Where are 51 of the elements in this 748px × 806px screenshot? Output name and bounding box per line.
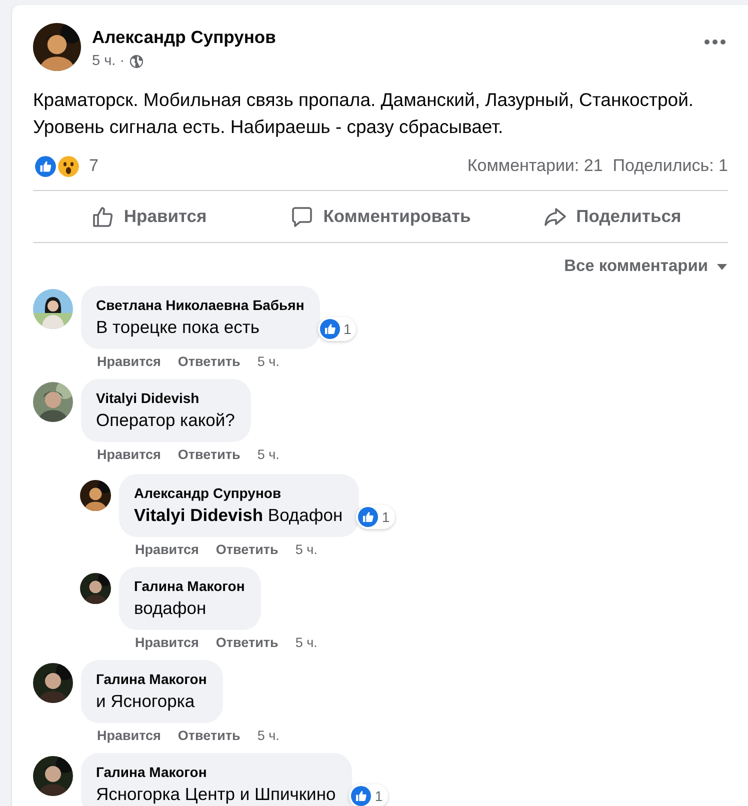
reaction-badge[interactable]: 1 bbox=[318, 317, 356, 341]
reply-link[interactable]: Ответить bbox=[216, 541, 278, 559]
comment-time[interactable]: 5 ч. bbox=[257, 727, 280, 745]
like-link[interactable]: Нравится bbox=[97, 353, 161, 371]
comment-filter[interactable]: Все комментарии bbox=[564, 253, 728, 280]
like-reaction-icon bbox=[320, 319, 340, 339]
commenter-name[interactable]: Светлана Николаевна Бабьян bbox=[96, 295, 304, 315]
commenter-name[interactable]: Галина Макогон bbox=[96, 669, 207, 689]
comment-text: Оператор какой? bbox=[96, 409, 235, 432]
comment-time[interactable]: 5 ч. bbox=[257, 353, 280, 371]
like-reaction-icon bbox=[358, 507, 378, 527]
commenter-name[interactable]: Галина Макогон bbox=[96, 762, 336, 782]
comment-text: Ясногорка Центр и Шпичкино bbox=[96, 783, 336, 806]
like-reaction-icon bbox=[350, 786, 371, 806]
comment-button[interactable]: Комментировать bbox=[264, 196, 496, 238]
thumbs-up-icon bbox=[90, 204, 115, 228]
reply-link[interactable]: Ответить bbox=[178, 353, 240, 371]
comment-text: водафон bbox=[134, 597, 208, 620]
post-text: Краматорск. Мобильная связь пропала. Даманский, Лазурный, Станкострой. Уровень сигнала есть. Набираешь - сразу сбрасывает. bbox=[33, 88, 695, 139]
author-name[interactable]: Александр Супрунов bbox=[92, 25, 693, 49]
comment-text: В торецке пока есть bbox=[96, 316, 260, 339]
surprised-reaction-icon bbox=[56, 154, 81, 178]
comment-time[interactable]: 5 ч. bbox=[295, 634, 318, 652]
commenter-name[interactable]: Vitalyi Didevish bbox=[96, 388, 235, 408]
reply-link[interactable]: Ответить bbox=[178, 446, 240, 464]
reaction-badge[interactable]: 1 bbox=[348, 784, 388, 806]
globe-icon bbox=[128, 54, 144, 68]
like-button[interactable]: Нравится bbox=[33, 196, 265, 238]
reply-link[interactable]: Ответить bbox=[216, 634, 278, 652]
like-link[interactable]: Нравится bbox=[97, 446, 161, 464]
comments-count[interactable]: Комментарии: 21 bbox=[467, 156, 603, 176]
share-button[interactable]: Поделиться bbox=[496, 196, 728, 238]
shares-count[interactable]: Поделились: 1 bbox=[612, 156, 728, 176]
speech-bubble-icon bbox=[290, 204, 314, 228]
caret-icon bbox=[716, 262, 728, 270]
like-link[interactable]: Нравится bbox=[135, 634, 199, 652]
reaction-count[interactable]: 7 bbox=[89, 156, 98, 176]
commenter-name[interactable]: Александр Супрунов bbox=[134, 483, 343, 503]
like-reaction-icon bbox=[33, 154, 58, 178]
post-time[interactable]: 5 ч. bbox=[92, 51, 116, 71]
comment-time[interactable]: 5 ч. bbox=[295, 541, 318, 559]
reaction-badge[interactable]: 1 bbox=[356, 505, 395, 529]
comment-text: Vitalyi Didevish Водафон bbox=[134, 504, 343, 527]
like-link[interactable]: Нравится bbox=[97, 727, 161, 745]
reply-link[interactable]: Ответить bbox=[178, 727, 240, 745]
more-options-icon[interactable] bbox=[704, 39, 726, 45]
commenter-name[interactable]: Галина Макогон bbox=[134, 576, 245, 596]
like-link[interactable]: Нравится bbox=[135, 541, 199, 559]
comment-text: и Ясногорка bbox=[96, 690, 196, 713]
separator-dot: · bbox=[120, 52, 125, 71]
comment-time[interactable]: 5 ч. bbox=[257, 446, 280, 464]
